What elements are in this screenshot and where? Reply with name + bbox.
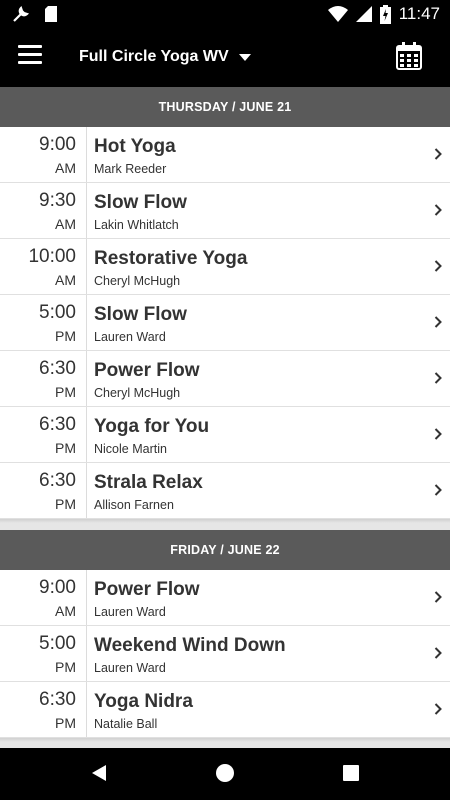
class-name: Yoga Nidra xyxy=(94,691,193,712)
class-name: Hot Yoga xyxy=(94,136,176,157)
class-row[interactable]: 10:00 AM Restorative Yoga Cheryl McHugh xyxy=(0,239,450,295)
class-instructor: Lauren Ward xyxy=(94,330,166,344)
class-time-value: 9:30 xyxy=(39,190,76,211)
class-time-value: 5:00 xyxy=(39,302,76,323)
class-row[interactable]: 9:00 AM Hot Yoga Mark Reeder xyxy=(0,127,450,183)
class-time-ampm: PM xyxy=(55,384,76,400)
class-time-value: 9:00 xyxy=(39,577,76,598)
class-time-ampm: PM xyxy=(55,715,76,731)
class-instructor: Mark Reeder xyxy=(94,162,167,176)
chevron-right-icon xyxy=(434,428,442,440)
class-time-ampm: PM xyxy=(55,440,76,456)
class-instructor: Cheryl McHugh xyxy=(94,386,181,400)
app-toolbar: Full Circle Yoga WV xyxy=(0,28,450,87)
chevron-right-icon xyxy=(434,484,442,496)
class-name: Yoga for You xyxy=(94,416,210,437)
class-row[interactable]: 6:30 PM Power Flow Cheryl McHugh xyxy=(0,351,450,407)
class-row[interactable]: 6:30 PM Yoga for You Nicole Martin xyxy=(0,407,450,463)
class-time-value: 6:30 xyxy=(39,689,76,710)
class-row[interactable]: 5:00 PM Slow Flow Lauren Ward xyxy=(0,295,450,351)
class-name: Slow Flow xyxy=(94,304,187,325)
class-time: 9:00 AM xyxy=(0,127,87,182)
class-time: 6:30 PM xyxy=(0,351,87,406)
chevron-right-icon xyxy=(434,703,442,715)
class-time-ampm: AM xyxy=(55,603,76,619)
class-time: 5:00 PM xyxy=(0,295,87,350)
system-nav-bar xyxy=(0,748,450,800)
class-time-ampm: AM xyxy=(55,272,76,288)
chevron-right-icon xyxy=(434,204,442,216)
class-time-value: 9:00 xyxy=(39,134,76,155)
chevron-right-icon xyxy=(434,260,442,272)
chevron-right-icon xyxy=(434,148,442,160)
class-time-value: 6:30 xyxy=(39,470,76,491)
status-bar: 11:47 xyxy=(0,0,450,28)
studio-name: Full Circle Yoga WV xyxy=(79,48,229,65)
class-time-value: 10:00 xyxy=(28,246,76,267)
section-divider xyxy=(0,519,450,523)
back-icon[interactable] xyxy=(92,765,106,781)
class-time: 9:30 AM xyxy=(0,183,87,238)
status-time: 11:47 xyxy=(398,4,440,23)
class-time: 9:00 AM xyxy=(0,570,87,625)
class-name: Restorative Yoga xyxy=(94,248,248,269)
battery-charging-icon xyxy=(379,4,391,24)
class-instructor: Nicole Martin xyxy=(94,442,167,456)
class-instructor: Lauren Ward xyxy=(94,605,166,619)
day-section: THURSDAY / JUNE 21 9:00 AM Hot Yoga Mark … xyxy=(0,87,450,523)
recent-apps-icon[interactable] xyxy=(343,765,359,781)
class-name: Strala Relax xyxy=(94,472,203,493)
class-time-ampm: PM xyxy=(55,659,76,675)
class-name: Power Flow xyxy=(94,579,200,600)
class-time-ampm: PM xyxy=(55,496,76,512)
signal-icon xyxy=(355,6,372,22)
class-instructor: Allison Farnen xyxy=(94,498,174,512)
sd-card-icon xyxy=(45,6,57,22)
studio-selector[interactable]: Full Circle Yoga WV xyxy=(79,48,251,66)
section-divider xyxy=(0,738,450,742)
class-time-ampm: AM xyxy=(55,216,76,232)
class-time: 6:30 PM xyxy=(0,463,87,518)
calendar-icon[interactable] xyxy=(396,42,422,70)
class-row[interactable]: 9:00 AM Power Flow Lauren Ward xyxy=(0,570,450,626)
class-time: 6:30 PM xyxy=(0,407,87,462)
chevron-right-icon xyxy=(434,647,442,659)
class-time-ampm: PM xyxy=(55,328,76,344)
class-time-ampm: AM xyxy=(55,160,76,176)
class-time-value: 6:30 xyxy=(39,358,76,379)
class-time: 10:00 AM xyxy=(0,239,87,294)
home-icon[interactable] xyxy=(216,764,234,782)
class-row[interactable]: 9:30 AM Slow Flow Lakin Whitlatch xyxy=(0,183,450,239)
day-header: FRIDAY / JUNE 22 xyxy=(0,530,450,570)
class-name: Weekend Wind Down xyxy=(94,635,286,656)
class-row[interactable]: 6:30 PM Strala Relax Allison Farnen xyxy=(0,463,450,519)
class-time: 5:00 PM xyxy=(0,626,87,681)
class-instructor: Lakin Whitlatch xyxy=(94,218,179,232)
wrench-icon xyxy=(13,5,30,22)
class-row[interactable]: 5:00 PM Weekend Wind Down Lauren Ward xyxy=(0,626,450,682)
wifi-icon xyxy=(327,6,348,22)
class-name: Slow Flow xyxy=(94,192,187,213)
day-header: THURSDAY / JUNE 21 xyxy=(0,87,450,127)
chevron-right-icon xyxy=(434,372,442,384)
chevron-right-icon xyxy=(434,591,442,603)
class-instructor: Lauren Ward xyxy=(94,661,166,675)
dropdown-caret-icon xyxy=(238,53,251,61)
class-time-value: 6:30 xyxy=(39,414,76,435)
class-time-value: 5:00 xyxy=(39,633,76,654)
class-instructor: Natalie Ball xyxy=(94,717,158,731)
class-row[interactable]: 6:30 PM Yoga Nidra Natalie Ball xyxy=(0,682,450,738)
class-time: 6:30 PM xyxy=(0,682,87,737)
chevron-right-icon xyxy=(434,316,442,328)
day-section: FRIDAY / JUNE 22 9:00 AM Power Flow Laure… xyxy=(0,530,450,742)
menu-icon[interactable] xyxy=(18,45,42,65)
class-name: Power Flow xyxy=(94,360,200,381)
class-instructor: Cheryl McHugh xyxy=(94,274,181,288)
